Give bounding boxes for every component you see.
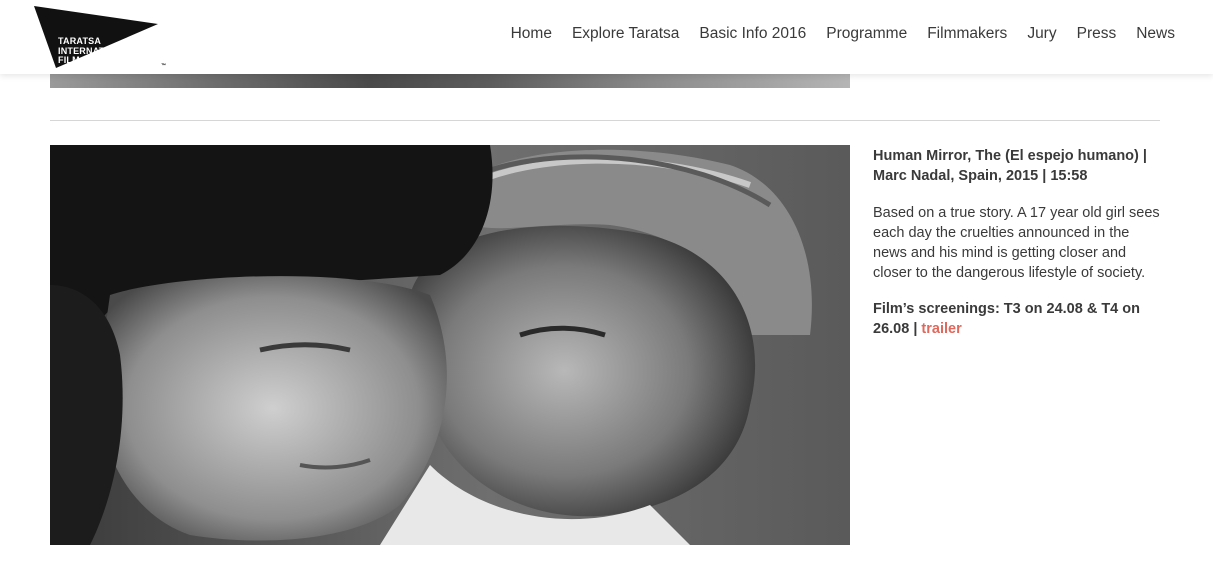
nav-item-home[interactable]: Home	[511, 25, 552, 43]
nav-item-explore-taratsa[interactable]: Explore Taratsa	[572, 25, 679, 43]
nav-item-basic-info[interactable]: Basic Info 2016	[699, 25, 806, 43]
site-header: TARATSA INTERNATIONAL FILM FESTIVAL ™ Ho…	[0, 0, 1213, 74]
entry-divider	[50, 120, 1160, 121]
film-title: Human Mirror, The (El espejo humano) | M…	[873, 148, 1147, 184]
film-info: Human Mirror, The (El espejo humano) | M…	[873, 145, 1163, 339]
nav-item-filmmakers[interactable]: Filmmakers	[927, 25, 1007, 43]
nav-item-jury[interactable]: Jury	[1027, 25, 1056, 43]
previous-film-still	[50, 74, 850, 88]
trailer-link[interactable]: trailer	[921, 321, 961, 337]
festival-logo[interactable]: TARATSA INTERNATIONAL FILM FESTIVAL ™	[34, 6, 166, 70]
film-description: Based on a true story. A 17 year old gir…	[873, 205, 1160, 281]
nav-item-programme[interactable]: Programme	[826, 25, 907, 43]
screenings-text: Film’s screenings: T3 on 24.08 & T4 on 2…	[873, 301, 1140, 337]
trademark-mark: ™	[161, 63, 166, 69]
film-screenings: Film’s screenings: T3 on 24.08 & T4 on 2…	[873, 299, 1163, 339]
film-still-illustration	[50, 145, 850, 545]
nav-item-press[interactable]: Press	[1077, 25, 1117, 43]
main-navigation: Home Explore Taratsa Basic Info 2016 Pro…	[491, 25, 1175, 43]
logo-text: TARATSA INTERNATIONAL FILM FESTIVAL	[58, 36, 133, 66]
logo-line: FILM FESTIVAL	[58, 55, 127, 65]
film-still-image	[50, 145, 850, 545]
nav-item-news[interactable]: News	[1136, 25, 1175, 43]
